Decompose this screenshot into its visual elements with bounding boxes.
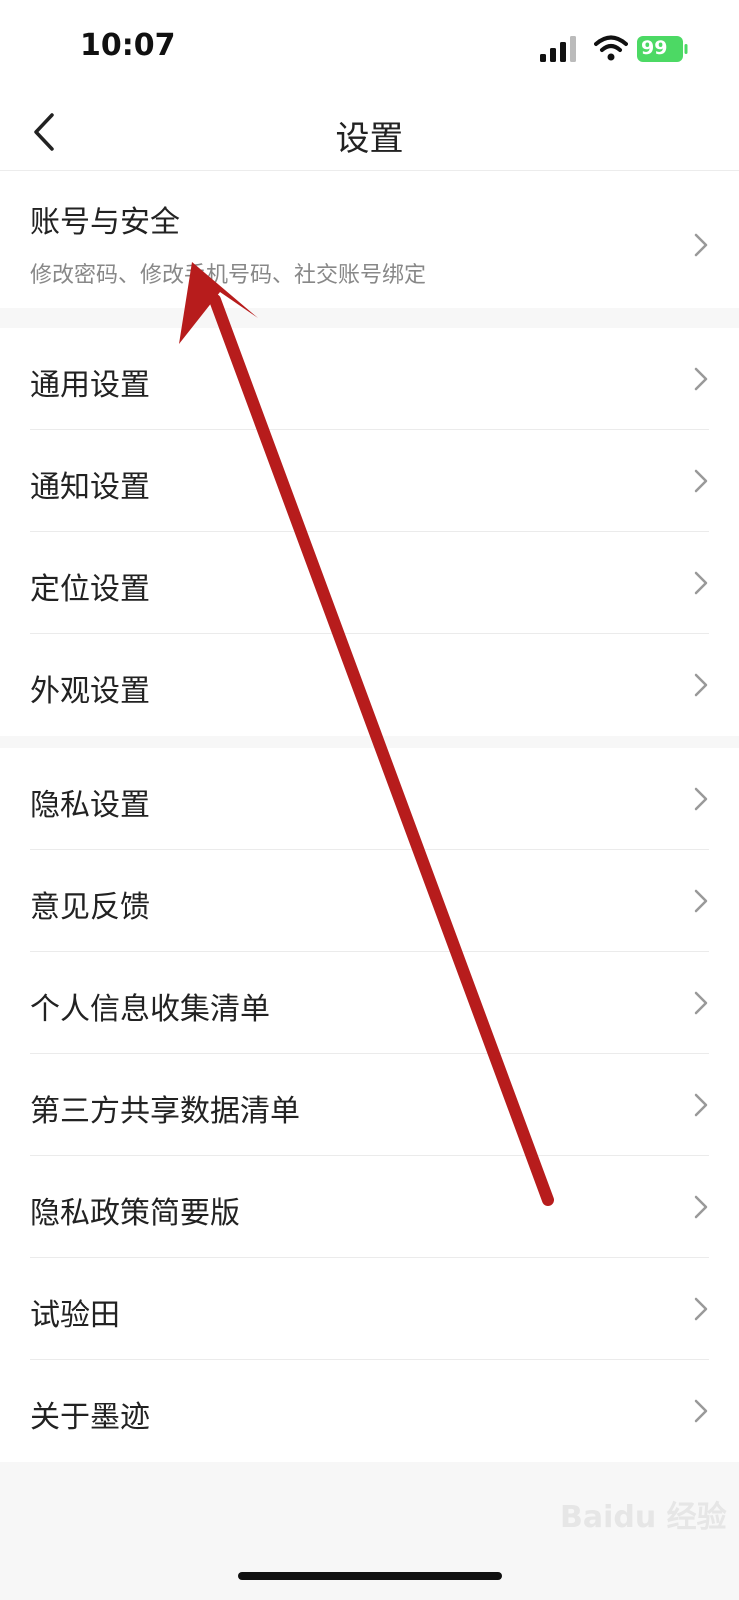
chevron-right-icon [694,1399,708,1423]
settings-item-personal-info-list[interactable]: 个人信息收集清单 [0,952,739,1054]
settings-item-label: 隐私设置 [30,788,150,823]
chevron-right-icon [694,571,708,595]
chevron-right-icon [694,889,708,913]
signal-icon [540,36,576,62]
settings-item-notification[interactable]: 通知设置 [0,430,739,532]
chevron-right-icon [694,367,708,391]
account-security-item[interactable]: 账号与安全 修改密码、修改手机号码、社交账号绑定 [0,171,739,308]
chevron-right-icon [694,1195,708,1219]
general-settings-group: 通用设置 通知设置 定位设置 外观设置 [0,328,739,736]
settings-item-label: 定位设置 [30,572,150,607]
watermark: Baidu 经验 [560,1500,727,1535]
account-group: 账号与安全 修改密码、修改手机号码、社交账号绑定 [0,171,739,308]
chevron-right-icon [694,1093,708,1117]
settings-item-label: 第三方共享数据清单 [30,1094,300,1129]
settings-item-label: 隐私政策简要版 [30,1196,240,1231]
settings-item-label: 通知设置 [30,470,150,505]
nav-bar: 设置 [0,95,739,171]
chevron-right-icon [694,787,708,811]
settings-item-general[interactable]: 通用设置 [0,328,739,430]
account-security-title: 账号与安全 [30,205,180,240]
chevron-right-icon [694,233,708,257]
settings-item-third-party-list[interactable]: 第三方共享数据清单 [0,1054,739,1156]
settings-item-label: 通用设置 [30,368,150,403]
settings-item-label: 外观设置 [30,674,150,709]
battery-level: 99 [641,37,668,59]
wifi-icon [594,35,628,61]
settings-item-label: 关于墨迹 [30,1400,150,1435]
settings-item-about[interactable]: 关于墨迹 [0,1360,739,1462]
home-indicator[interactable] [238,1572,502,1580]
status-time: 10:07 [80,28,176,63]
settings-item-label: 个人信息收集清单 [30,992,270,1027]
settings-item-label: 试验田 [30,1298,120,1333]
chevron-right-icon [694,469,708,493]
settings-item-label: 意见反馈 [30,890,150,925]
settings-item-privacy-summary[interactable]: 隐私政策简要版 [0,1156,739,1258]
page-title: 设置 [335,119,404,159]
settings-item-feedback[interactable]: 意见反馈 [0,850,739,952]
chevron-right-icon [694,991,708,1015]
privacy-group: 隐私设置 意见反馈 个人信息收集清单 第三方共享数据清单 隐私政策简要版 试验田… [0,748,739,1462]
settings-item-lab[interactable]: 试验田 [0,1258,739,1360]
chevron-right-icon [694,673,708,697]
chevron-right-icon [694,1297,708,1321]
status-bar: 10:07 99 [0,0,739,95]
settings-item-appearance[interactable]: 外观设置 [0,634,739,736]
settings-item-privacy[interactable]: 隐私设置 [0,748,739,850]
account-security-subtitle: 修改密码、修改手机号码、社交账号绑定 [30,263,427,288]
battery-indicator: 99 [637,36,689,62]
settings-item-location[interactable]: 定位设置 [0,532,739,634]
